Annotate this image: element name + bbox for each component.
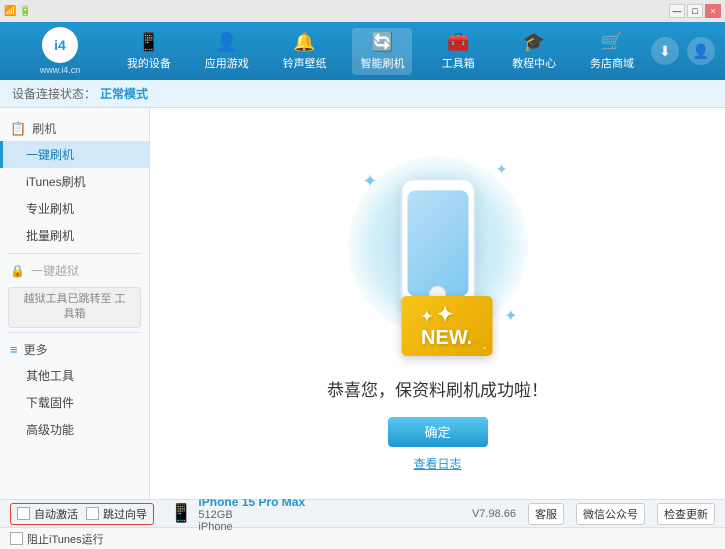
main-content: ✦ ✦ ✦ ✦ NEW. 恭喜您，保资料刷机成功啦！ 确定 查看日志 <box>150 108 725 499</box>
close-button[interactable]: × <box>705 4 721 18</box>
sparkle-top-right-icon: ✦ <box>496 161 508 178</box>
flash-section-label: 刷机 <box>32 120 56 137</box>
sidebar-section-more-header[interactable]: ≡ 更多 <box>0 337 149 362</box>
smart-flash-icon: 🔄 <box>371 32 393 53</box>
sidebar-item-onekey-flash[interactable]: 一键刷机 <box>0 141 149 168</box>
sidebar-section-flash-header[interactable]: 📋 刷机 <box>0 116 149 141</box>
sidebar-divider-2 <box>8 332 141 333</box>
tutorial-icon: 🎓 <box>523 32 545 53</box>
sidebar-divider-1 <box>8 253 141 254</box>
user-button[interactable]: 👤 <box>687 37 715 65</box>
ringtones-label: 铃声壁纸 <box>283 55 327 71</box>
advanced-label: 高级功能 <box>26 423 74 437</box>
lock-icon: 🔒 <box>10 264 25 278</box>
sidebar-item-batch-flash[interactable]: 批量刷机 <box>0 222 149 249</box>
itunes-block-option[interactable]: 阻止iTunes运行 <box>10 531 104 547</box>
phone-screen <box>407 190 468 296</box>
sidebar-jailbreak-disabled: 🔒 一键越狱 <box>0 258 149 283</box>
nav-shop[interactable]: 🛒 务店商域 <box>582 28 642 75</box>
itunes-block-checkbox[interactable] <box>10 532 23 545</box>
nav-toolbox[interactable]: 🧰 工具箱 <box>430 28 486 75</box>
sparkle-top-left-icon: ✦ <box>363 171 378 192</box>
notice-text: 越狱工具已跳转至 工具箱 <box>23 293 125 320</box>
nav-my-device[interactable]: 📱 我的设备 <box>119 28 179 75</box>
sparkle-bottom-right-icon: ✦ <box>504 306 517 326</box>
logo-icon: i4 <box>42 27 78 63</box>
sidebar-section-flash: 📋 刷机 一键刷机 iTunes刷机 专业刷机 批量刷机 <box>0 116 149 249</box>
nav-app-games[interactable]: 👤 应用游戏 <box>197 28 257 75</box>
app-header: i4 www.i4.cn 📱 我的设备 👤 应用游戏 🔔 铃声壁纸 🔄 智能刷机… <box>0 22 725 80</box>
bottom-bar: 自动激活 跳过向导 📱 iPhone 15 Pro Max 512GB iPho… <box>0 499 725 527</box>
more-section-label: 更多 <box>24 341 48 358</box>
main-nav: 📱 我的设备 👤 应用游戏 🔔 铃声壁纸 🔄 智能刷机 🧰 工具箱 🎓 教程中心… <box>110 28 651 75</box>
download-firm-label: 下载固件 <box>26 396 74 410</box>
sidebar-item-itunes-flash[interactable]: iTunes刷机 <box>0 168 149 195</box>
download-button[interactable]: ⬇ <box>651 37 679 65</box>
nav-ringtones[interactable]: 🔔 铃声壁纸 <box>275 28 335 75</box>
logo-area: i4 www.i4.cn <box>10 27 110 75</box>
smart-flash-label: 智能刷机 <box>360 55 404 71</box>
nav-smart-flash[interactable]: 🔄 智能刷机 <box>352 28 412 75</box>
auto-activate-box: 自动激活 跳过向导 <box>10 503 154 525</box>
shop-label: 务店商域 <box>590 55 634 71</box>
flash-section-icon: 📋 <box>10 121 26 137</box>
jailbreak-label: 一键越狱 <box>31 262 79 279</box>
guide-setup-option[interactable]: 跳过向导 <box>86 506 147 522</box>
batch-flash-label: 批量刷机 <box>26 229 74 243</box>
logo-subtitle: www.i4.cn <box>40 65 81 75</box>
sidebar: 📋 刷机 一键刷机 iTunes刷机 专业刷机 批量刷机 🔒 一键越狱 越狱工具… <box>0 108 150 499</box>
toolbox-label: 工具箱 <box>442 55 475 71</box>
itunes-flash-label: iTunes刷机 <box>26 175 86 189</box>
more-section-icon: ≡ <box>10 342 18 357</box>
sidebar-item-other-tools[interactable]: 其他工具 <box>0 362 149 389</box>
new-badge: ✦ NEW. <box>401 296 492 356</box>
my-device-icon: 📱 <box>138 32 160 53</box>
device-phone-icon: 📱 <box>170 503 192 524</box>
device-storage: 512GB <box>198 509 305 521</box>
sidebar-section-more: ≡ 更多 其他工具 下载固件 高级功能 <box>0 337 149 443</box>
phone-illustration: ✦ ✦ ✦ ✦ NEW. <box>348 136 528 356</box>
confirm-button[interactable]: 确定 <box>388 417 488 447</box>
shop-icon: 🛒 <box>601 32 623 53</box>
wifi-icon: 📶 🔋 <box>4 6 32 17</box>
onekey-flash-label: 一键刷机 <box>26 148 74 162</box>
nav-tutorial[interactable]: 🎓 教程中心 <box>504 28 564 75</box>
toolbox-icon: 🧰 <box>447 32 469 53</box>
check-update-button[interactable]: 检查更新 <box>657 503 715 525</box>
pro-flash-label: 专业刷机 <box>26 202 74 216</box>
guide-setup-label: 跳过向导 <box>103 506 147 522</box>
ringtones-icon: 🔔 <box>293 32 315 53</box>
status-value: 正常模式 <box>100 85 148 102</box>
tutorial-label: 教程中心 <box>512 55 556 71</box>
skin-button[interactable]: 客服 <box>528 503 564 525</box>
auto-activate-label: 自动激活 <box>34 506 78 522</box>
maximize-button[interactable]: □ <box>687 4 703 18</box>
guide-setup-checkbox[interactable] <box>86 507 99 520</box>
bottom-right: V7.98.66 客服 微信公众号 检查更新 <box>472 503 715 525</box>
status-label: 设备连接状态： <box>12 85 96 102</box>
window-titlebar: 📶 🔋 — □ × <box>0 0 725 22</box>
sidebar-item-download-firm[interactable]: 下载固件 <box>0 389 149 416</box>
auto-activate-option[interactable]: 自动激活 <box>17 506 78 522</box>
other-tools-label: 其他工具 <box>26 369 74 383</box>
my-device-label: 我的设备 <box>127 55 171 71</box>
sidebar-notice: 越狱工具已跳转至 工具箱 <box>8 287 141 328</box>
status-bar: 设备连接状态： 正常模式 <box>0 80 725 108</box>
app-games-label: 应用游戏 <box>205 55 249 71</box>
minimize-button[interactable]: — <box>669 4 685 18</box>
itunes-block-label: 阻止iTunes运行 <box>27 531 104 547</box>
view-log-link[interactable]: 查看日志 <box>413 455 461 472</box>
sidebar-item-pro-flash[interactable]: 专业刷机 <box>0 195 149 222</box>
main-layout: 📋 刷机 一键刷机 iTunes刷机 专业刷机 批量刷机 🔒 一键越狱 越狱工具… <box>0 108 725 499</box>
version-label: V7.98.66 <box>472 508 516 520</box>
sidebar-item-advanced[interactable]: 高级功能 <box>0 416 149 443</box>
auto-activate-checkbox[interactable] <box>17 507 30 520</box>
header-right-buttons: ⬇ 👤 <box>651 37 715 65</box>
app-games-icon: 👤 <box>216 32 238 53</box>
wechat-button[interactable]: 微信公众号 <box>576 503 645 525</box>
phone-body <box>400 178 475 308</box>
success-message: 恭喜您，保资料刷机成功啦！ <box>327 376 548 401</box>
